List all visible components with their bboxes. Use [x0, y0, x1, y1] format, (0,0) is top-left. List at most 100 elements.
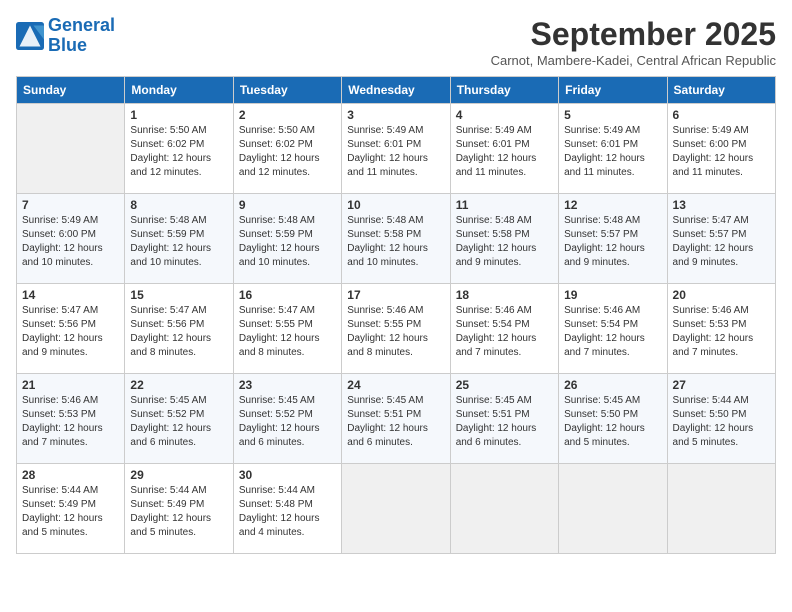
calendar-cell: 3 Sunrise: 5:49 AM Sunset: 6:01 PM Daylig…: [342, 104, 450, 194]
day-number: 21: [22, 378, 119, 392]
calendar-cell: 26Sunrise: 5:45 AM Sunset: 5:50 PM Dayli…: [559, 374, 667, 464]
day-info: Sunrise: 5:47 AM Sunset: 5:55 PM Dayligh…: [239, 304, 336, 360]
logo: General Blue: [16, 16, 115, 56]
day-number: 6: [673, 108, 770, 122]
calendar-week-2: 7Sunrise: 5:49 AM Sunset: 6:00 PM Daylig…: [17, 194, 776, 284]
day-number: 8: [130, 198, 227, 212]
day-info: Sunrise: 5:45 AM Sunset: 5:51 PM Dayligh…: [456, 394, 553, 450]
day-number: 26: [564, 378, 661, 392]
calendar-table: SundayMondayTuesdayWednesdayThursdayFrid…: [16, 76, 776, 554]
day-number: 3: [347, 108, 444, 122]
calendar-cell: 28Sunrise: 5:44 AM Sunset: 5:49 PM Dayli…: [17, 464, 125, 554]
calendar-cell: 23Sunrise: 5:45 AM Sunset: 5:52 PM Dayli…: [233, 374, 341, 464]
day-info: Sunrise: 5:47 AM Sunset: 5:56 PM Dayligh…: [130, 304, 227, 360]
calendar-cell: 6 Sunrise: 5:49 AM Sunset: 6:00 PM Daylig…: [667, 104, 775, 194]
calendar-cell: 1 Sunrise: 5:50 AM Sunset: 6:02 PM Daylig…: [125, 104, 233, 194]
day-info: Sunrise: 5:48 AM Sunset: 5:59 PM Dayligh…: [239, 214, 336, 270]
calendar-cell: 29Sunrise: 5:44 AM Sunset: 5:49 PM Dayli…: [125, 464, 233, 554]
day-number: 12: [564, 198, 661, 212]
day-number: 30: [239, 468, 336, 482]
logo-icon: [16, 22, 44, 50]
day-info: Sunrise: 5:47 AM Sunset: 5:57 PM Dayligh…: [673, 214, 770, 270]
calendar-cell: 27 Sunrise: 5:44 AM Sunset: 5:50 PM Dayli…: [667, 374, 775, 464]
col-header-tuesday: Tuesday: [233, 77, 341, 104]
day-info: Sunrise: 5:49 AM Sunset: 6:01 PM Dayligh…: [564, 124, 661, 180]
logo-line2: Blue: [48, 35, 87, 55]
calendar-cell: [17, 104, 125, 194]
calendar-cell: 11 Sunrise: 5:48 AM Sunset: 5:58 PM Dayli…: [450, 194, 558, 284]
day-number: 14: [22, 288, 119, 302]
month-title: September 2025: [491, 16, 776, 53]
col-header-monday: Monday: [125, 77, 233, 104]
calendar-week-3: 14 Sunrise: 5:47 AM Sunset: 5:56 PM Dayli…: [17, 284, 776, 374]
calendar-week-5: 28Sunrise: 5:44 AM Sunset: 5:49 PM Dayli…: [17, 464, 776, 554]
calendar-cell: [450, 464, 558, 554]
calendar-cell: 9 Sunrise: 5:48 AM Sunset: 5:59 PM Daylig…: [233, 194, 341, 284]
day-info: Sunrise: 5:46 AM Sunset: 5:55 PM Dayligh…: [347, 304, 444, 360]
day-info: Sunrise: 5:46 AM Sunset: 5:53 PM Dayligh…: [22, 394, 119, 450]
col-header-thursday: Thursday: [450, 77, 558, 104]
day-number: 7: [22, 198, 119, 212]
day-number: 25: [456, 378, 553, 392]
day-number: 18: [456, 288, 553, 302]
calendar-cell: 8Sunrise: 5:48 AM Sunset: 5:59 PM Daylig…: [125, 194, 233, 284]
calendar-cell: 5 Sunrise: 5:49 AM Sunset: 6:01 PM Daylig…: [559, 104, 667, 194]
day-info: Sunrise: 5:48 AM Sunset: 5:58 PM Dayligh…: [456, 214, 553, 270]
calendar-cell: 19Sunrise: 5:46 AM Sunset: 5:54 PM Dayli…: [559, 284, 667, 374]
day-info: Sunrise: 5:44 AM Sunset: 5:49 PM Dayligh…: [22, 484, 119, 540]
day-number: 13: [673, 198, 770, 212]
calendar-cell: 16 Sunrise: 5:47 AM Sunset: 5:55 PM Dayli…: [233, 284, 341, 374]
calendar-cell: [667, 464, 775, 554]
day-info: Sunrise: 5:47 AM Sunset: 5:56 PM Dayligh…: [22, 304, 119, 360]
calendar-cell: 18 Sunrise: 5:46 AM Sunset: 5:54 PM Dayli…: [450, 284, 558, 374]
day-number: 16: [239, 288, 336, 302]
calendar-cell: 24Sunrise: 5:45 AM Sunset: 5:51 PM Dayli…: [342, 374, 450, 464]
day-info: Sunrise: 5:46 AM Sunset: 5:54 PM Dayligh…: [564, 304, 661, 360]
day-number: 23: [239, 378, 336, 392]
day-number: 1: [130, 108, 227, 122]
title-block: September 2025 Carnot, Mambere-Kadei, Ce…: [491, 16, 776, 68]
calendar-week-1: 1 Sunrise: 5:50 AM Sunset: 6:02 PM Daylig…: [17, 104, 776, 194]
day-info: Sunrise: 5:49 AM Sunset: 6:01 PM Dayligh…: [456, 124, 553, 180]
day-number: 22: [130, 378, 227, 392]
page-header: General Blue September 2025 Carnot, Mamb…: [16, 16, 776, 68]
logo-text: General Blue: [48, 16, 115, 56]
calendar-cell: 22Sunrise: 5:45 AM Sunset: 5:52 PM Dayli…: [125, 374, 233, 464]
day-info: Sunrise: 5:48 AM Sunset: 5:58 PM Dayligh…: [347, 214, 444, 270]
calendar-cell: 15 Sunrise: 5:47 AM Sunset: 5:56 PM Dayli…: [125, 284, 233, 374]
day-number: 15: [130, 288, 227, 302]
calendar-cell: 20Sunrise: 5:46 AM Sunset: 5:53 PM Dayli…: [667, 284, 775, 374]
calendar-cell: [342, 464, 450, 554]
day-info: Sunrise: 5:48 AM Sunset: 5:57 PM Dayligh…: [564, 214, 661, 270]
day-number: 9: [239, 198, 336, 212]
calendar-cell: 25 Sunrise: 5:45 AM Sunset: 5:51 PM Dayli…: [450, 374, 558, 464]
calendar-header-row: SundayMondayTuesdayWednesdayThursdayFrid…: [17, 77, 776, 104]
col-header-friday: Friday: [559, 77, 667, 104]
day-info: Sunrise: 5:50 AM Sunset: 6:02 PM Dayligh…: [130, 124, 227, 180]
day-number: 11: [456, 198, 553, 212]
calendar-cell: 12 Sunrise: 5:48 AM Sunset: 5:57 PM Dayli…: [559, 194, 667, 284]
day-info: Sunrise: 5:44 AM Sunset: 5:50 PM Dayligh…: [673, 394, 770, 450]
calendar-cell: 21 Sunrise: 5:46 AM Sunset: 5:53 PM Dayli…: [17, 374, 125, 464]
day-number: 17: [347, 288, 444, 302]
col-header-sunday: Sunday: [17, 77, 125, 104]
col-header-wednesday: Wednesday: [342, 77, 450, 104]
day-info: Sunrise: 5:44 AM Sunset: 5:49 PM Dayligh…: [130, 484, 227, 540]
day-info: Sunrise: 5:46 AM Sunset: 5:54 PM Dayligh…: [456, 304, 553, 360]
calendar-subtitle: Carnot, Mambere-Kadei, Central African R…: [491, 53, 776, 68]
day-number: 20: [673, 288, 770, 302]
calendar-cell: 7Sunrise: 5:49 AM Sunset: 6:00 PM Daylig…: [17, 194, 125, 284]
day-number: 24: [347, 378, 444, 392]
day-info: Sunrise: 5:50 AM Sunset: 6:02 PM Dayligh…: [239, 124, 336, 180]
calendar-cell: [559, 464, 667, 554]
day-number: 5: [564, 108, 661, 122]
calendar-cell: 10Sunrise: 5:48 AM Sunset: 5:58 PM Dayli…: [342, 194, 450, 284]
calendar-cell: 14 Sunrise: 5:47 AM Sunset: 5:56 PM Dayli…: [17, 284, 125, 374]
col-header-saturday: Saturday: [667, 77, 775, 104]
calendar-cell: 13 Sunrise: 5:47 AM Sunset: 5:57 PM Dayli…: [667, 194, 775, 284]
day-info: Sunrise: 5:49 AM Sunset: 6:00 PM Dayligh…: [673, 124, 770, 180]
day-number: 27: [673, 378, 770, 392]
day-number: 4: [456, 108, 553, 122]
day-info: Sunrise: 5:49 AM Sunset: 6:01 PM Dayligh…: [347, 124, 444, 180]
calendar-cell: 2Sunrise: 5:50 AM Sunset: 6:02 PM Daylig…: [233, 104, 341, 194]
